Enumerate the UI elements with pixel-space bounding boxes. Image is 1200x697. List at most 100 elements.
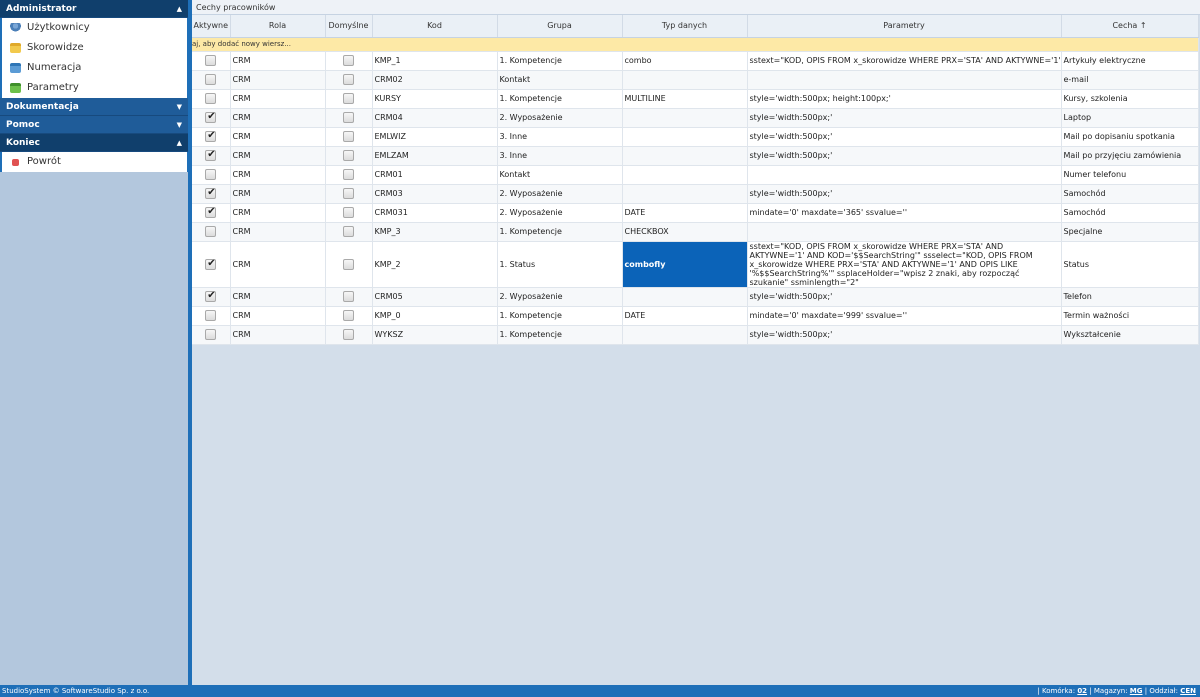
rola-cell[interactable]: CRM [230,287,326,307]
grupa-cell[interactable]: 2. Wyposażenie [497,108,623,128]
aktywne-checkbox[interactable] [205,290,217,302]
typ-danych-cell[interactable]: CHECKBOX [622,222,748,242]
cecha-cell[interactable]: Status [1061,241,1199,288]
table-row[interactable]: CRM KURSY 1. Kompetencje MULTILINE style='wi… [192,89,1199,109]
rola-cell[interactable]: CRM [230,51,326,71]
sidebar-item-3[interactable]: Parametry [2,78,187,98]
column-header-0[interactable]: Aktywne [192,15,231,38]
parametry-cell[interactable]: sstext="KOD, OPIS FROM x_skorowidze WHER… [747,241,1062,288]
typ-danych-cell[interactable] [622,70,748,90]
cecha-cell[interactable]: Wykształcenie [1061,325,1199,345]
grupa-cell[interactable]: 1. Kompetencje [497,51,623,71]
parametry-cell[interactable]: mindate='0' maxdate='365' ssvalue='' [747,203,1062,223]
sidebar-section-administrator[interactable]: Administrator ▲ [0,0,188,18]
cecha-cell[interactable]: Mail po przyjęciu zamówienia [1061,146,1199,166]
typ-danych-cell[interactable] [622,184,748,204]
parametry-cell[interactable]: style='width:500px;' [747,184,1062,204]
komorka-link[interactable]: 02 [1077,687,1087,695]
cecha-cell[interactable]: Termin ważności [1061,306,1199,326]
rola-cell[interactable]: CRM [230,241,326,288]
cecha-cell[interactable]: Samochód [1061,203,1199,223]
domyslne-checkbox[interactable] [343,150,354,161]
grupa-cell[interactable]: 3. Inne [497,127,623,147]
rola-cell[interactable]: CRM [230,70,326,90]
parametry-cell[interactable]: style='width:500px;' [747,325,1062,345]
domyslne-checkbox[interactable] [343,310,354,321]
typ-danych-cell[interactable] [622,325,748,345]
column-header-2[interactable]: Domyślne [325,15,373,38]
new-row-hint[interactable]: aj, aby dodać nowy wiersz... [192,37,1199,52]
sidebar-item-0[interactable]: Powrót [2,152,187,172]
kod-cell[interactable]: CRM04 [372,108,498,128]
rola-cell[interactable]: CRM [230,306,326,326]
rola-cell[interactable]: CRM [230,108,326,128]
typ-danych-cell[interactable]: MULTILINE [622,89,748,109]
new-row-placeholder[interactable]: aj, aby dodać nowy wiersz... [192,37,1199,52]
grupa-cell[interactable]: 1. Kompetencje [497,325,623,345]
aktywne-checkbox[interactable] [205,310,217,321]
cecha-cell[interactable]: e-mail [1061,70,1199,90]
kod-cell[interactable]: CRM05 [372,287,498,307]
kod-cell[interactable]: EMLWIZ [372,127,498,147]
table-row[interactable]: CRM EMLZAM3. Inne style='width:500px;'Mail… [192,146,1199,166]
typ-danych-cell[interactable] [622,108,748,128]
domyslne-checkbox[interactable] [343,207,354,218]
table-row[interactable]: CRM CRM02 Kontakt e-mail [192,70,1199,90]
cecha-cell[interactable]: Numer telefonu [1061,165,1199,185]
rola-cell[interactable]: CRM [230,184,326,204]
sidebar-item-0[interactable]: Użytkownicy [2,18,187,38]
grupa-cell[interactable]: 2. Wyposażenie [497,203,623,223]
table-row[interactable]: CRM KMP_0 1. Kompetencje DATE mindate='0' ma… [192,306,1199,326]
domyslne-checkbox[interactable] [343,55,354,66]
table-row[interactable]: CRM CRM052. Wyposażenie style='width:500px… [192,287,1199,307]
magazyn-link[interactable]: MG [1130,687,1143,695]
domyslne-checkbox[interactable] [343,131,354,142]
parametry-cell[interactable]: style='width:500px;' [747,127,1062,147]
rola-cell[interactable]: CRM [230,203,326,223]
parametry-cell[interactable]: style='width:500px;' [747,146,1062,166]
cecha-cell[interactable]: Samochód [1061,184,1199,204]
sidebar-section-dokumentacja[interactable]: Dokumentacja ▼ [0,98,188,116]
aktywne-checkbox[interactable] [205,258,217,270]
parametry-cell[interactable]: style='width:500px;' [747,287,1062,307]
parametry-cell[interactable] [747,165,1062,185]
domyslne-checkbox[interactable] [343,291,354,302]
rola-cell[interactable]: CRM [230,127,326,147]
domyslne-checkbox[interactable] [343,74,354,85]
grupa-cell[interactable]: 1. Kompetencje [497,89,623,109]
column-header-6[interactable]: Parametry [747,15,1062,38]
cecha-cell[interactable]: Laptop [1061,108,1199,128]
column-header-5[interactable]: Typ danych [622,15,748,38]
kod-cell[interactable]: CRM01 [372,165,498,185]
parametry-cell[interactable] [747,222,1062,242]
parametry-cell[interactable] [747,70,1062,90]
rola-cell[interactable]: CRM [230,146,326,166]
kod-cell[interactable]: WYKSZ [372,325,498,345]
column-header-4[interactable]: Grupa [497,15,623,38]
grupa-cell[interactable]: 2. Wyposażenie [497,287,623,307]
kod-cell[interactable]: EMLZAM [372,146,498,166]
grupa-cell[interactable]: 3. Inne [497,146,623,166]
grupa-cell[interactable]: Kontakt [497,165,623,185]
grupa-cell[interactable]: 1. Status [497,241,623,288]
aktywne-checkbox[interactable] [205,130,217,142]
table-row[interactable]: CRM WYKSZ 1. Kompetencje style='width:500px… [192,325,1199,345]
kod-cell[interactable]: CRM02 [372,70,498,90]
aktywne-checkbox[interactable] [205,169,217,180]
aktywne-checkbox[interactable] [205,55,217,66]
sidebar-item-2[interactable]: Numeracja [2,58,187,78]
grupa-cell[interactable]: 2. Wyposażenie [497,184,623,204]
kod-cell[interactable]: KMP_3 [372,222,498,242]
aktywne-checkbox[interactable] [205,187,217,199]
typ-danych-cell[interactable]: combo [622,51,748,71]
typ-danych-cell[interactable] [622,127,748,147]
aktywne-checkbox[interactable] [205,206,217,218]
domyslne-checkbox[interactable] [343,112,354,123]
column-header-7[interactable]: Cecha ↑ [1061,15,1199,38]
table-row[interactable]: CRM KMP_1 1. Kompetencje combo sstext="KOD, … [192,51,1199,71]
parametry-cell[interactable]: sstext="KOD, OPIS FROM x_skorowidze WHER… [747,51,1062,71]
sidebar-section-koniec[interactable]: Koniec ▲ [0,134,188,152]
oddzial-link[interactable]: CEN [1180,687,1196,695]
table-row[interactable]: CRM CRM042. Wyposażenie style='width:500px… [192,108,1199,128]
table-row[interactable]: CRM CRM0312. WyposażenieDATEmindate='0' m… [192,203,1199,223]
